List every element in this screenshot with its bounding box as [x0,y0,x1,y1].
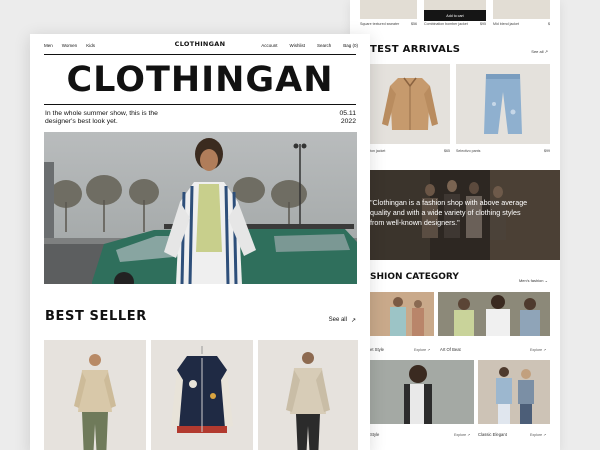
hero-date-year: 2022 [340,118,356,125]
category-label: Classic Elegant [478,432,507,437]
product-name: ton jacket [370,149,386,153]
product-image [286,352,330,450]
product-card[interactable] [44,340,146,450]
product-strip: Square textured sweater $56 Add to cart … [350,0,560,30]
jacket-image [382,77,438,130]
arrow-icon: ↗ [544,49,548,54]
product-card[interactable]: Add to cart Combination bomber jacket $9… [424,0,486,30]
arrow-icon: ↗ [467,433,471,437]
see-all-link[interactable]: See all ↗ [329,317,356,324]
explore-link[interactable]: Explore ↗ [530,348,546,352]
explore-label: Explore [530,348,543,352]
product-card[interactable]: Square textured sweater $56 [360,0,417,30]
category-image[interactable] [370,292,434,336]
nav-link-search[interactable]: Search [317,43,331,48]
quote-text: "Clothingan is a fashion shop with above… [370,198,528,227]
hero-subtitle: In the whole summer show, this is the de… [45,110,158,125]
explore-label: Explore [530,433,543,437]
category-image[interactable] [370,360,474,424]
explore-label: Explore [414,348,427,352]
explore-link[interactable]: Explore ↗ [530,433,546,437]
category-select[interactable]: Men's fashion ⌄ [519,278,548,283]
product-image [493,0,550,19]
add-to-cart-button[interactable]: Add to cart [424,10,486,21]
explore-link[interactable]: Explore ↗ [414,348,430,352]
product-card[interactable] [151,340,253,450]
product-name: Square textured sweater [360,22,400,26]
product-image [74,354,116,450]
product-card[interactable] [258,340,358,450]
product-card[interactable] [370,64,450,144]
hero-date: 05.11 2022 [339,110,356,126]
category-select-value: Men's fashion [518,278,544,283]
chevron-down-icon: ⌄ [544,278,548,283]
nav-link-wishlist[interactable]: Wishlist [289,43,305,48]
category-title: SHION CATEGORY [370,272,459,282]
arrow-icon: ↗ [543,348,547,352]
quote-banner: "Clothingan is a fashion shop with above… [370,170,560,260]
hero-title: CLOTHINGAN [66,60,334,100]
product-name: Selectivo pants [456,149,481,153]
nav-link-bag[interactable]: Bag (0) [343,43,358,48]
explore-link[interactable]: Explore ↗ [454,433,470,437]
hero-image [44,132,357,284]
explore-label: Explore [454,433,467,437]
category-label: et Style [370,347,384,352]
see-all-label: See all [328,317,347,323]
back-page: Square textured sweater $56 Add to cart … [350,0,560,450]
product-name: Mid blend jacket [493,22,519,26]
product-card[interactable] [456,64,550,144]
product-name: Combination bomber jacket [424,22,468,26]
best-seller-title: BEST SELLER [45,309,147,324]
product-price: $95 [480,22,486,26]
hero-date-day: 05.11 [339,110,356,117]
product-price: $ [548,22,550,26]
category-label: Art Of Beat [440,347,461,352]
latest-arrivals-title: TEST ARRIVALS [370,44,461,55]
divider [44,54,356,55]
see-all-label: See all [531,49,544,54]
category-image[interactable] [478,360,550,424]
product-price: $56 [411,22,417,26]
product-image [171,346,233,433]
product-price: $65 [444,149,450,153]
top-nav: Men Women Kids CLOTHINGAN Account Wishli… [30,34,370,56]
arrow-icon: ↗ [350,318,356,324]
nav-link-account[interactable]: Account [261,43,277,48]
jeans-image [484,74,522,134]
see-all-link[interactable]: See all ↗ [531,49,548,54]
arrow-icon: ↗ [543,433,547,437]
arrow-icon: ↗ [427,348,431,352]
product-image [360,0,417,19]
category-label: Style [370,432,380,437]
front-page: Men Women Kids CLOTHINGAN Account Wishli… [30,34,370,450]
divider [44,104,356,105]
product-card[interactable]: Mid blend jacket $ [493,0,550,30]
category-image[interactable] [438,292,550,336]
product-price: $99 [544,149,550,153]
